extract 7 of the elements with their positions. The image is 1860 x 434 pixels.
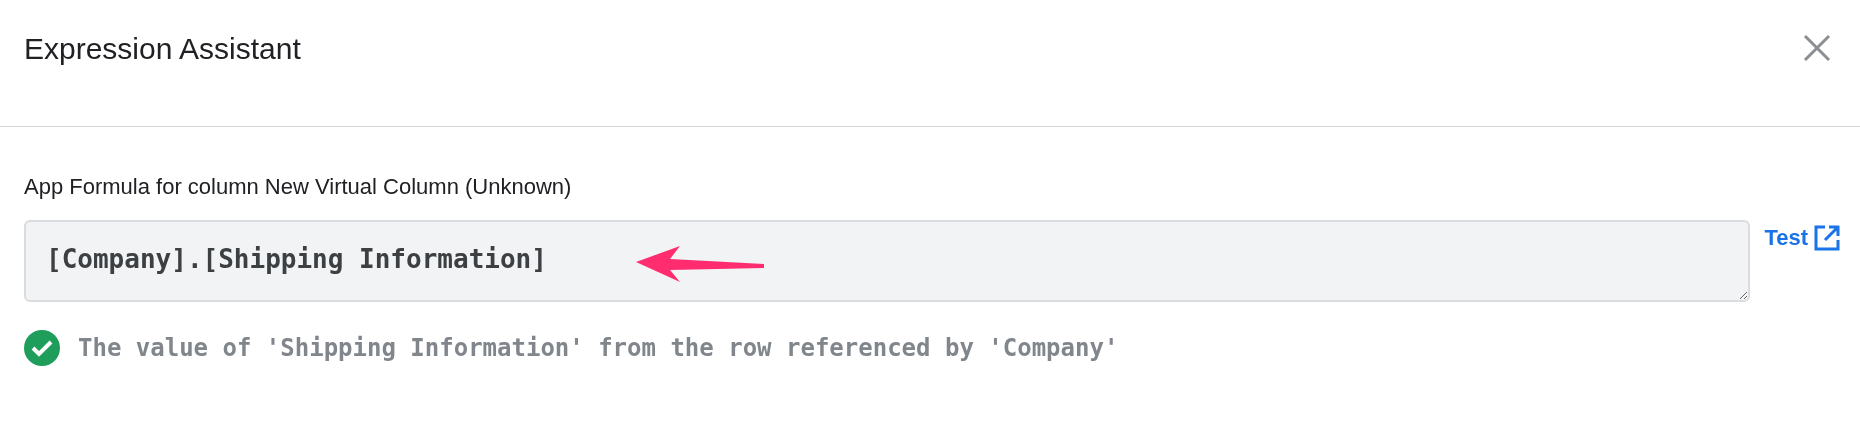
test-link[interactable]: Test: [1764, 221, 1840, 254]
dialog-title: Expression Assistant: [24, 30, 301, 67]
close-icon: [1802, 33, 1832, 63]
result-message: The value of 'Shipping Information' from the row referenced by 'Company': [78, 333, 1119, 364]
formula-field[interactable]: [Company].[Shipping Information]: [24, 220, 1751, 302]
field-label: App Formula for column New Virtual Column (Unknown): [24, 173, 573, 201]
external-link-icon: [1814, 224, 1840, 251]
